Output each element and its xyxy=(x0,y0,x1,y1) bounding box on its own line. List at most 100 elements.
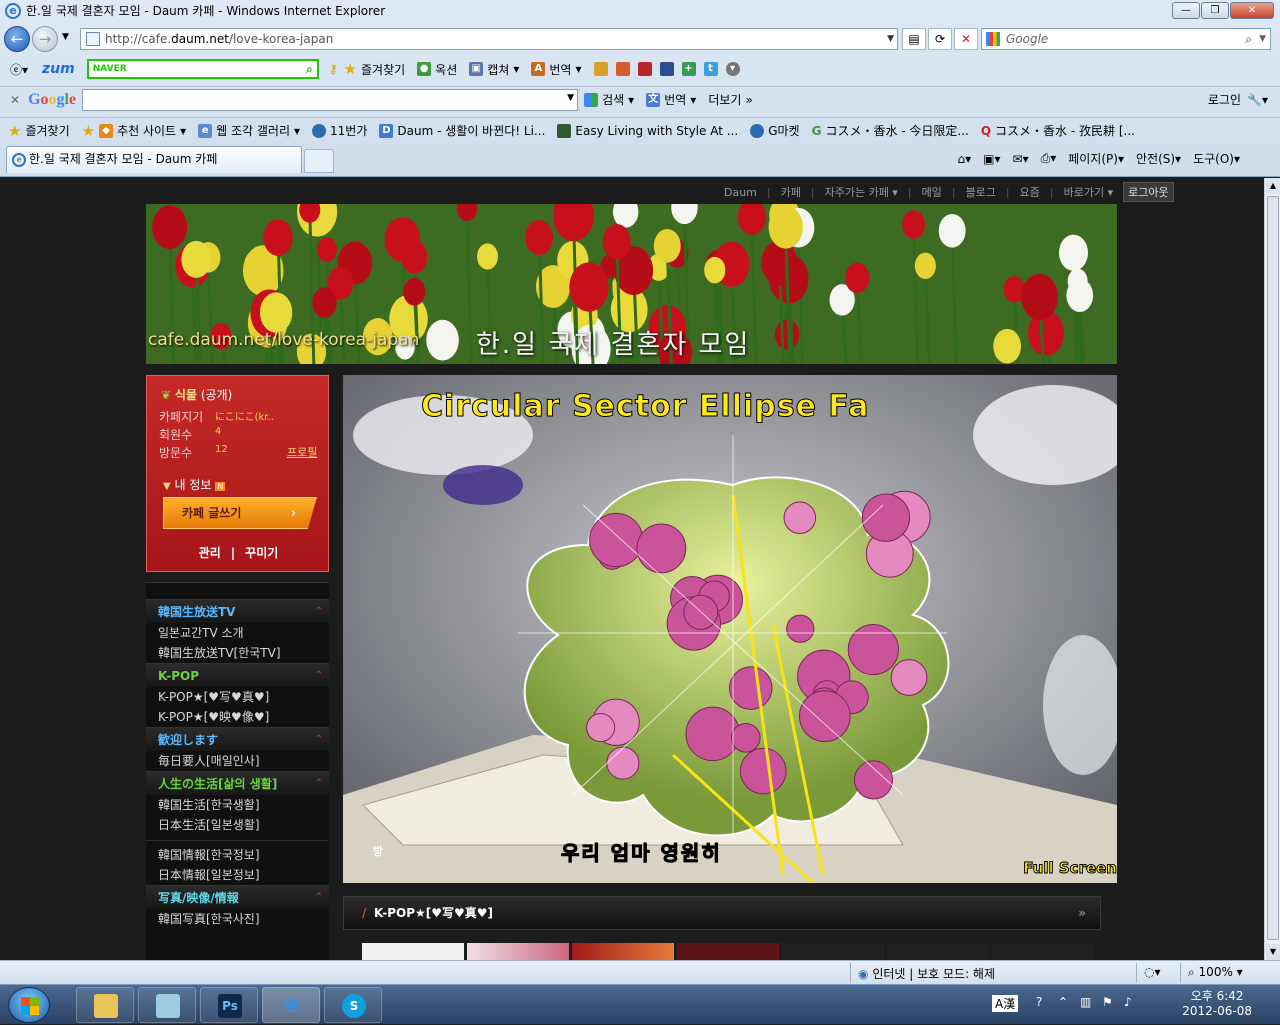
menu-item[interactable]: 韓国生放送TV[한국TV] xyxy=(146,643,329,663)
collapse-icon[interactable]: ⌃ xyxy=(315,728,323,752)
manage-link[interactable]: 관리 xyxy=(199,546,221,560)
taskbar-notepad[interactable] xyxy=(138,987,196,1023)
gnb-cafe[interactable]: 카페 xyxy=(781,184,801,200)
gnb-daum[interactable]: Daum xyxy=(724,186,757,199)
stop-icon[interactable]: ✕ xyxy=(954,28,978,50)
menu-item[interactable]: 韓国情報[한국정보] xyxy=(146,845,329,865)
thumbnail[interactable] xyxy=(467,943,569,960)
address-dropdown-icon[interactable]: ▼ xyxy=(887,29,894,49)
menu-group-welcome[interactable]: 歓迎します ⌃ xyxy=(146,727,329,751)
safety-menu[interactable]: 안전(S)▾ xyxy=(1136,150,1181,167)
scroll-thumb[interactable] xyxy=(1267,196,1279,940)
minimize-button[interactable]: — xyxy=(1172,2,1200,19)
favorites-button[interactable]: ★ 즐겨찾기 xyxy=(8,122,70,140)
google-toolbar-input[interactable]: ▼ xyxy=(82,88,579,111)
menu-group-photos[interactable]: 写真/映像/情報 ⌃ xyxy=(146,885,329,909)
tray-expand-icon[interactable]: ⌃ xyxy=(1058,995,1068,1009)
security-zone[interactable]: ◉ 인터넷 | 보호 모드: 해제 xyxy=(858,965,995,982)
menu-item[interactable]: 韓国写真[한국사진] xyxy=(146,909,329,929)
decorate-link[interactable]: 꾸미기 xyxy=(245,546,278,560)
compatibility-view-icon[interactable]: ▤ xyxy=(902,28,926,50)
search-icon[interactable]: ⌕ xyxy=(1245,29,1252,49)
gnb-frequent-cafe[interactable]: 자주가는 카페 ▾ xyxy=(825,184,898,200)
twitter-icon[interactable]: t xyxy=(703,62,718,76)
hero-animation[interactable]: Circular Sector Ellipse Fa 방 우리 엄마 영원히 F… xyxy=(343,375,1117,883)
menu-group-korea-tv[interactable]: 韓国生放送TV ⌃ xyxy=(146,599,329,623)
scroll-down-icon[interactable]: ▼ xyxy=(1266,944,1280,960)
collapse-icon[interactable]: ⌃ xyxy=(315,886,323,910)
profile-link[interactable]: 프로필 xyxy=(287,444,317,460)
collapse-icon[interactable]: ⌃ xyxy=(315,772,323,796)
mail-icon[interactable]: ✉▾ xyxy=(1013,152,1029,166)
naver-search-icon[interactable]: ⌕ xyxy=(306,62,313,77)
taskbar-ie[interactable]: e xyxy=(262,987,320,1023)
close-window-button[interactable]: ✕ xyxy=(1230,2,1274,19)
fav-item-gmarket[interactable]: G마켓 xyxy=(750,122,800,139)
print-icon[interactable]: ⎙▾ xyxy=(1041,151,1057,166)
naver-search-input[interactable]: NAVER ⌕ xyxy=(86,59,319,79)
menu-item[interactable]: 毎日要人[매일인사] xyxy=(146,751,329,771)
gnb-yojeum[interactable]: 요즘 xyxy=(1020,184,1040,200)
fav-item-recommended[interactable]: ★ ◆ 추천 사이트 ▾ xyxy=(82,122,187,140)
menu-item[interactable]: 日本生活[일본생활] xyxy=(146,815,329,835)
back-button[interactable]: ← xyxy=(4,26,30,52)
close-toolbar-icon[interactable]: ✕ xyxy=(10,93,20,107)
key-icon[interactable]: ⚷ xyxy=(329,62,338,76)
clock[interactable]: 오후 6:42 2012-06-08 xyxy=(1182,989,1252,1019)
help-icon[interactable]: ? xyxy=(1036,995,1042,1009)
thumbnail[interactable] xyxy=(782,943,884,960)
fav-item-11st[interactable]: 11번가 xyxy=(312,122,367,139)
zoom-level[interactable]: ⌕ 100% ▾ xyxy=(1188,965,1243,980)
menu-item[interactable]: 일본교간TV 소개 xyxy=(146,623,329,643)
fav-item-daum[interactable]: D Daum - 생활이 바뀐다! Li... xyxy=(379,122,545,139)
google-search-button[interactable]: 검색 ▾ xyxy=(584,91,634,108)
taskbar-skype[interactable]: S xyxy=(324,987,382,1023)
menu-item[interactable]: K-POP★[♥映♥像♥] xyxy=(146,707,329,727)
tab-active[interactable]: e 한.일 국제 결혼자 모임 - Daum 카페 xyxy=(6,146,302,173)
taskbar-photoshop[interactable]: Ps xyxy=(200,987,258,1023)
fav-item-webslice[interactable]: e웹 조각 갤러리 ▾ xyxy=(198,122,300,139)
toolbar-auction[interactable]: ● 옥션 xyxy=(417,61,457,78)
gnb-blog[interactable]: 블로그 xyxy=(966,184,996,200)
fav-item-cosme2[interactable]: Q コスメ・香水 - 孜民耕 [... xyxy=(981,122,1135,139)
menu-group-life[interactable]: 人生の生活[삶의 생활] ⌃ xyxy=(146,771,329,795)
toolbar-favorites[interactable]: ★ 즐겨찾기 xyxy=(344,60,406,78)
collapse-icon[interactable]: ⌃ xyxy=(315,664,323,688)
toolbar-capture[interactable]: ▣ 캡쳐 ▾ xyxy=(469,61,519,78)
save-icon[interactable] xyxy=(659,62,674,76)
google-login-link[interactable]: 로그인 xyxy=(1208,91,1241,108)
clean-icon[interactable] xyxy=(615,62,630,76)
collapse-icon[interactable]: ⌃ xyxy=(315,600,323,624)
google-translate-button[interactable]: 文 번역 ▾ xyxy=(646,91,696,108)
kpop-board-header[interactable]: / K-POP★[♥写♥真♥] » xyxy=(343,896,1101,930)
page-menu[interactable]: 페이지(P)▾ xyxy=(1068,150,1124,167)
gnb-shortcut[interactable]: 바로가기 ▾ xyxy=(1064,184,1114,200)
note-icon[interactable] xyxy=(593,62,608,76)
menu-item[interactable]: 韓国生活[한국생활] xyxy=(146,795,329,815)
history-dropdown-icon[interactable]: ▼ xyxy=(62,32,69,42)
toolbar-translate[interactable]: A 번역 ▾ xyxy=(531,61,582,78)
scroll-up-icon[interactable]: ▲ xyxy=(1266,178,1280,194)
thumbnail[interactable] xyxy=(362,943,464,960)
flag-icon[interactable]: ⚑ xyxy=(1102,995,1113,1009)
maximize-button[interactable]: ❐ xyxy=(1201,2,1229,19)
fav-item-cosme1[interactable]: G コスメ・香水 - 今日限定... xyxy=(812,122,969,139)
zum-logo[interactable]: zum xyxy=(42,61,75,77)
refresh-icon[interactable]: ⟳ xyxy=(928,28,952,50)
search-box[interactable]: Google ⌕ ▼ xyxy=(981,28,1271,50)
menu-group-kpop[interactable]: K-POP ⌃ xyxy=(146,663,329,687)
cafe-banner[interactable]: cafe.daum.net/love-korea-japan 한.일 국제 결혼… xyxy=(146,204,1117,364)
accessibility-icon[interactable]: ◌▾ xyxy=(1144,965,1161,979)
fav-item-easyliving[interactable]: Easy Living with Style At ... xyxy=(557,123,738,138)
wrench-icon[interactable]: 🔧▾ xyxy=(1247,93,1268,107)
forward-button[interactable]: → xyxy=(32,26,58,52)
more-button[interactable]: 더보기» xyxy=(708,91,752,108)
owner-value[interactable]: にこにこ(kr.. xyxy=(215,408,274,423)
tools-menu[interactable]: 도구(O)▾ xyxy=(1193,150,1240,167)
options-icon[interactable]: ▾ xyxy=(725,62,740,76)
bookmark-icon[interactable] xyxy=(637,62,652,76)
start-button[interactable] xyxy=(8,987,50,1023)
address-bar[interactable]: http://cafe.daum.net/love-korea-japan ▼ xyxy=(80,28,898,50)
rss-icon[interactable]: ▣▾ xyxy=(983,152,1000,166)
my-info-toggle[interactable]: ▼ 내 정보 N xyxy=(163,476,226,493)
